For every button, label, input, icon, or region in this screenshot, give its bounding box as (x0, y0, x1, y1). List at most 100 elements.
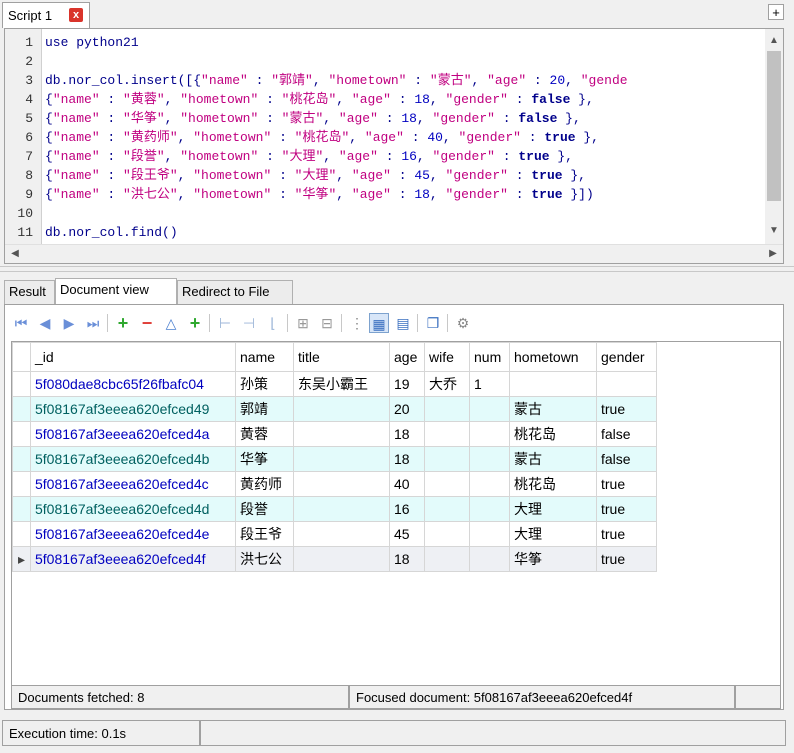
collapse-icon[interactable]: ⊟ (317, 313, 337, 333)
remove-icon[interactable]: − (137, 313, 157, 333)
cell-id[interactable]: 5f08167af3eeea620efced4e (30, 521, 236, 547)
cell-id[interactable]: 5f08167af3eeea620efced4d (30, 496, 236, 522)
cell-title[interactable] (293, 496, 390, 522)
cell-num[interactable] (469, 521, 510, 547)
documents-grid[interactable]: _id name title age wife num hometown gen… (11, 341, 781, 686)
cell-gender[interactable]: true (596, 546, 657, 572)
add-tab-button[interactable]: + (768, 4, 784, 20)
cell-num[interactable] (469, 496, 510, 522)
remove-field-icon[interactable]: ⊣ (239, 313, 259, 333)
add-icon[interactable]: + (113, 313, 133, 333)
cell-hometown[interactable]: 蒙古 (509, 396, 597, 422)
table-row[interactable]: ▸ 5f08167af3eeea620efced4f 洪七公 18 华筝 true (12, 546, 657, 572)
tab-result[interactable]: Result (4, 280, 55, 304)
cell-age[interactable]: 18 (389, 421, 425, 447)
table-row[interactable]: 5f080dae8cbc65f26fbafc04 孙策 东吴小霸王 19 大乔 1 (12, 371, 657, 397)
tab-redirect-to-file[interactable]: Redirect to File (177, 280, 293, 304)
cell-wife[interactable] (424, 421, 470, 447)
vertical-scrollbar[interactable]: ▲ ▼ (765, 29, 783, 246)
script-tab[interactable]: Script 1 x (2, 2, 90, 28)
column-header-hometown[interactable]: hometown (509, 342, 597, 372)
cell-age[interactable]: 18 (389, 446, 425, 472)
settings-icon[interactable]: ⚙ (453, 313, 473, 333)
scroll-right-icon[interactable]: ▶ (765, 248, 781, 259)
next-icon[interactable]: ▶ (59, 313, 79, 333)
cell-num[interactable]: 1 (469, 371, 510, 397)
cell-num[interactable] (469, 471, 510, 497)
row-indicator[interactable] (12, 471, 31, 497)
column-header-num[interactable]: num (469, 342, 510, 372)
cell-wife[interactable] (424, 396, 470, 422)
column-header-title[interactable]: title (293, 342, 390, 372)
scroll-up-icon[interactable]: ▲ (766, 35, 782, 46)
cell-wife[interactable] (424, 446, 470, 472)
column-header-name[interactable]: name (235, 342, 294, 372)
cell-hometown[interactable]: 桃花岛 (509, 471, 597, 497)
cell-title[interactable] (293, 521, 390, 547)
cell-name[interactable]: 段誉 (235, 496, 294, 522)
table-row[interactable]: 5f08167af3eeea620efced49 郭靖 20 蒙古 true (12, 396, 657, 422)
row-indicator[interactable] (12, 421, 31, 447)
cell-id[interactable]: 5f08167af3eeea620efced4c (30, 471, 236, 497)
cell-name[interactable]: 段王爷 (235, 521, 294, 547)
cell-age[interactable]: 45 (389, 521, 425, 547)
scroll-down-icon[interactable]: ▼ (766, 225, 782, 236)
column-header-gender[interactable]: gender (596, 342, 657, 372)
cell-gender[interactable]: true (596, 396, 657, 422)
cell-name[interactable]: 黄蓉 (235, 421, 294, 447)
cell-name[interactable]: 孙策 (235, 371, 294, 397)
cell-hometown[interactable]: 大理 (509, 521, 597, 547)
tab-document-view[interactable]: Document view (55, 278, 177, 304)
cell-wife[interactable] (424, 546, 470, 572)
cell-name[interactable]: 华筝 (235, 446, 294, 472)
column-header-wife[interactable]: wife (424, 342, 470, 372)
cell-id[interactable]: 5f08167af3eeea620efced4a (30, 421, 236, 447)
tree-view-icon[interactable]: ⋮ (347, 313, 367, 333)
row-indicator[interactable]: ▸ (12, 546, 31, 572)
cell-name[interactable]: 郭靖 (235, 396, 294, 422)
cell-num[interactable] (469, 546, 510, 572)
text-view-icon[interactable]: ▤ (393, 313, 413, 333)
add-field-icon[interactable]: ⊢ (215, 313, 235, 333)
first-icon[interactable]: ⏮ (11, 313, 31, 333)
row-indicator[interactable] (12, 496, 31, 522)
cell-gender[interactable]: true (596, 471, 657, 497)
cell-num[interactable] (469, 446, 510, 472)
row-indicator[interactable] (12, 371, 31, 397)
cell-id[interactable]: 5f08167af3eeea620efced4b (30, 446, 236, 472)
scroll-left-icon[interactable]: ◀ (7, 248, 23, 259)
pane-splitter[interactable] (0, 266, 794, 272)
cell-title[interactable] (293, 471, 390, 497)
cell-age[interactable]: 18 (389, 546, 425, 572)
table-row[interactable]: 5f08167af3eeea620efced4e 段王爷 45 大理 true (12, 521, 657, 547)
table-row[interactable]: 5f08167af3eeea620efced4d 段誉 16 大理 true (12, 496, 657, 522)
expand-icon[interactable]: ⊞ (293, 313, 313, 333)
cell-name[interactable]: 洪七公 (235, 546, 294, 572)
cell-hometown[interactable]: 大理 (509, 496, 597, 522)
cell-gender[interactable]: true (596, 496, 657, 522)
cell-gender[interactable]: false (596, 421, 657, 447)
cell-hometown[interactable] (509, 371, 597, 397)
row-indicator[interactable] (12, 446, 31, 472)
cell-id[interactable]: 5f08167af3eeea620efced4f (30, 546, 236, 572)
cell-wife[interactable] (424, 496, 470, 522)
cell-title[interactable]: 东吴小霸王 (293, 371, 390, 397)
cell-num[interactable] (469, 396, 510, 422)
cell-hometown[interactable]: 华筝 (509, 546, 597, 572)
column-header-id[interactable]: _id (30, 342, 236, 372)
horizontal-scrollbar[interactable]: ◀ ▶ (5, 244, 783, 263)
cell-id[interactable]: 5f080dae8cbc65f26fbafc04 (30, 371, 236, 397)
cell-gender[interactable]: false (596, 446, 657, 472)
cell-title[interactable] (293, 446, 390, 472)
edit-field-icon[interactable]: ⌊ (263, 313, 283, 333)
grid-view-icon[interactable]: ▦ (369, 313, 389, 333)
table-row[interactable]: 5f08167af3eeea620efced4a 黄蓉 18 桃花岛 false (12, 421, 657, 447)
cell-title[interactable] (293, 546, 390, 572)
row-indicator[interactable] (12, 521, 31, 547)
cell-num[interactable] (469, 421, 510, 447)
cell-hometown[interactable]: 桃花岛 (509, 421, 597, 447)
close-icon[interactable]: x (69, 8, 83, 22)
cell-wife[interactable] (424, 521, 470, 547)
add-two-icon[interactable]: + (185, 313, 205, 333)
cell-age[interactable]: 19 (389, 371, 425, 397)
